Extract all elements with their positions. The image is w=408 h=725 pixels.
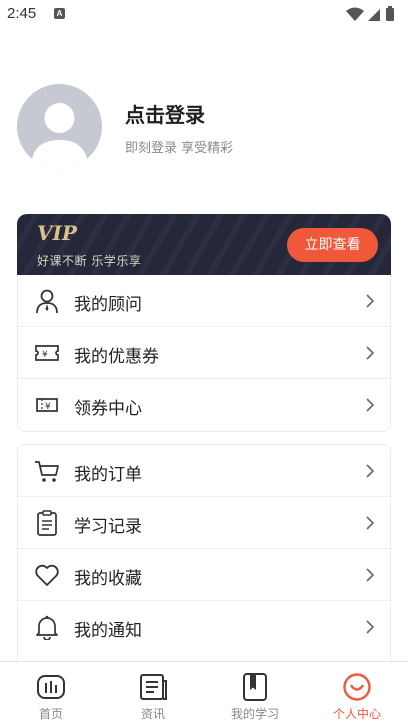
clipboard-icon: [37, 510, 57, 536]
menu-item-label: 学习记录: [74, 517, 142, 537]
home-icon: [37, 675, 65, 699]
menu-item-coupon-center[interactable]: ¥ 领券中心: [18, 379, 390, 431]
vip-logo: VIP: [37, 222, 78, 244]
avatar[interactable]: [17, 84, 102, 169]
chevron-right-icon: [366, 568, 374, 582]
cart-icon: [35, 461, 59, 482]
coupon-icon: ¥: [35, 345, 59, 361]
menu-group-account: 我的顾问 ¥ 我的优惠券 ¥ 领券中心: [17, 275, 391, 432]
menu-item-label: 我的订单: [74, 465, 142, 485]
notification-icon: A: [54, 8, 65, 19]
coupon-center-icon: ¥: [36, 398, 58, 412]
status-time: 2:45: [7, 5, 37, 22]
tab-label: 我的学习: [230, 707, 279, 721]
book-icon: [243, 673, 267, 701]
svg-text:VIP: VIP: [37, 222, 78, 244]
profile-smile-icon: [343, 673, 371, 701]
signal-icon: [368, 9, 380, 21]
vip-slogan: 好课不断 乐学乐享: [37, 254, 142, 268]
menu-item-orders[interactable]: 我的订单: [18, 445, 390, 497]
news-icon: [140, 674, 167, 700]
menu-item-label: 我的顾问: [74, 295, 142, 315]
svg-text:¥: ¥: [42, 350, 48, 360]
tab-home[interactable]: 首页: [0, 662, 102, 725]
heart-icon: [35, 564, 59, 586]
chevron-right-icon: [366, 398, 374, 412]
vip-banner[interactable]: VIP 好课不断 乐学乐享 立即查看: [17, 214, 391, 275]
wifi-icon: [346, 7, 364, 21]
tab-label: 个人中心: [332, 707, 381, 721]
tab-label: 首页: [38, 707, 63, 721]
menu-item-label: 领券中心: [74, 399, 142, 419]
menu-item-coupons[interactable]: ¥ 我的优惠券: [18, 327, 390, 379]
bottom-nav: 首页 资讯 我的学习 个人中心: [0, 661, 408, 725]
default-user-icon: [31, 103, 88, 169]
menu-item-notifications[interactable]: 我的通知: [18, 601, 390, 653]
menu-item-label: 我的收藏: [74, 569, 142, 589]
battery-icon: [386, 6, 394, 21]
login-subtitle: 即刻登录 享受精彩: [125, 141, 234, 156]
chevron-right-icon: [366, 346, 374, 360]
tab-profile[interactable]: 个人中心: [306, 662, 408, 725]
menu-item-label: 我的优惠券: [74, 347, 159, 367]
status-icons: [346, 6, 394, 21]
tab-my-learning[interactable]: 我的学习: [204, 662, 306, 725]
menu-item-advisor[interactable]: 我的顾问: [18, 275, 390, 327]
view-vip-button[interactable]: 立即查看: [287, 228, 378, 262]
advisor-icon: [36, 289, 58, 314]
tab-news[interactable]: 资讯: [102, 662, 204, 725]
menu-item-study-records[interactable]: 学习记录: [18, 497, 390, 549]
svg-text:¥: ¥: [45, 402, 51, 412]
menu-item-favorites[interactable]: 我的收藏: [18, 549, 390, 601]
menu-group-learning: 我的订单 学习记录 我的收藏 我的通知: [17, 444, 391, 674]
menu-item-label: 我的通知: [74, 621, 142, 641]
chevron-right-icon: [366, 464, 374, 478]
chevron-right-icon: [366, 620, 374, 634]
chevron-right-icon: [366, 516, 374, 530]
status-bar: 2:45 A: [0, 0, 408, 28]
tab-label: 资讯: [140, 707, 165, 721]
chevron-right-icon: [366, 294, 374, 308]
bell-icon: [36, 615, 58, 640]
login-title[interactable]: 点击登录: [125, 99, 205, 128]
